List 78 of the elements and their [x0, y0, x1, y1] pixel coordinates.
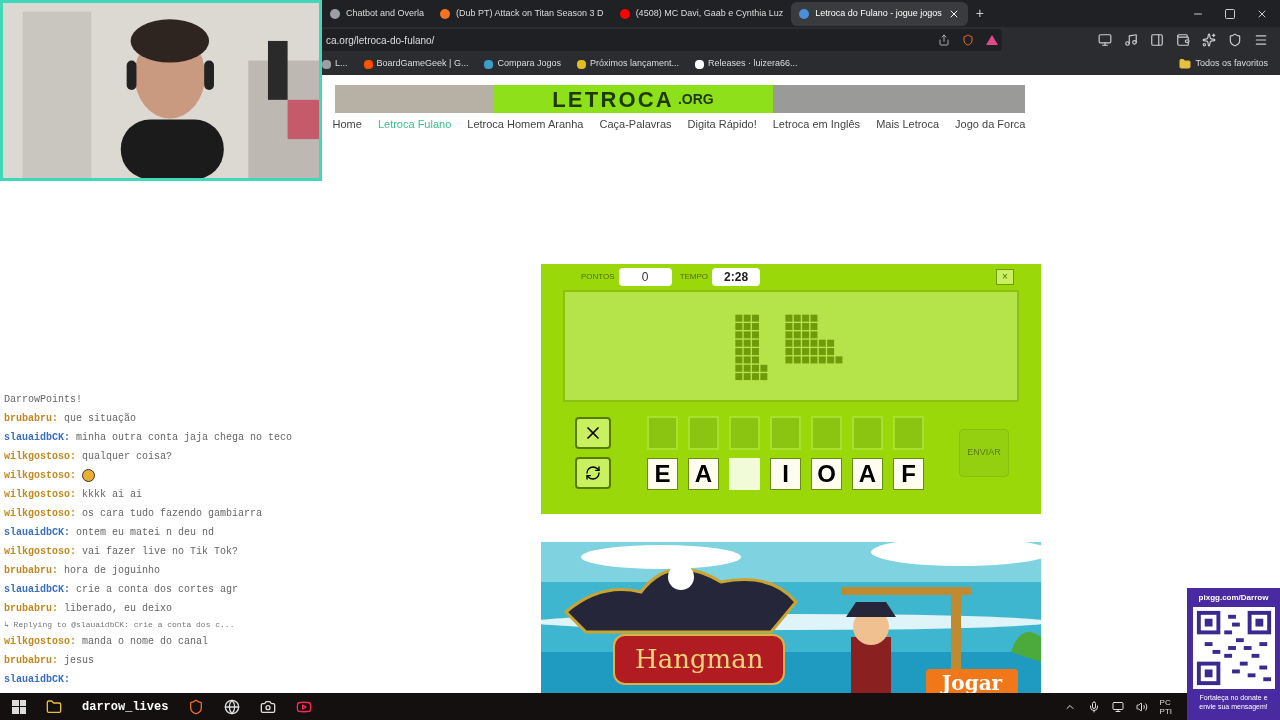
nav-link[interactable]: Letroca Homem Aranha — [467, 116, 584, 133]
time-label: TEMPO — [679, 271, 709, 283]
nav-link[interactable]: Caça-Palavras — [599, 116, 672, 133]
tray-text: PTI — [1159, 706, 1172, 716]
maximize-icon[interactable] — [1224, 7, 1236, 20]
bookmark[interactable]: L... — [322, 57, 348, 71]
bookmark[interactable]: BoardGameGeek | G... — [363, 57, 469, 71]
address-bar[interactable]: ca.org/letroca-do-fulano/ — [322, 29, 1002, 51]
chat-message: liberado, eu deixo — [64, 602, 173, 616]
sparkles-icon[interactable] — [1202, 33, 1216, 47]
bookmark[interactable]: Próximos lançament... — [576, 57, 679, 71]
nav-link[interactable]: Mais Letroca — [876, 116, 940, 133]
window-icon[interactable] — [1098, 33, 1112, 47]
chat-message: os cara tudo fazendo gambiarra — [82, 507, 263, 521]
chat-message: qualquer coisa? — [82, 450, 173, 464]
banner-title: Hangman — [613, 634, 786, 685]
browser-tab[interactable]: (Dub PT) Attack on Titan Season 3 D — [432, 1, 612, 26]
bookmark-folder[interactable]: Todos os favoritos — [1179, 57, 1268, 71]
nav-link[interactable]: Home — [332, 116, 362, 133]
chat-message: manda o nome do canal — [82, 635, 209, 649]
share-icon[interactable] — [938, 34, 950, 46]
letter-tile[interactable] — [729, 458, 760, 490]
chat-username[interactable]: slauaidbCK: — [4, 428, 70, 447]
music-icon[interactable] — [1124, 33, 1138, 47]
nav-link[interactable]: Letroca em Inglês — [772, 116, 861, 133]
chat-message: minha outra conta jaja chega no teco — [76, 431, 293, 445]
tray-text: PC — [1159, 697, 1172, 707]
chat-username[interactable]: slauaidbCK: — [4, 580, 70, 599]
emoji-icon — [82, 469, 95, 482]
shuffle-button[interactable] — [575, 457, 611, 489]
chat-message: vai fazer live no Tik Tok? — [82, 545, 239, 559]
letter-tile[interactable]: O — [811, 458, 842, 490]
nav-link[interactable]: Digita Rápido! — [687, 116, 757, 133]
folder-icon[interactable] — [46, 698, 62, 715]
shield-icon[interactable] — [188, 698, 205, 715]
reply-context: ↳ Replying to @slauaidbCK: crie a conta dos c... — [4, 619, 235, 631]
letter-tile[interactable]: I — [770, 458, 801, 490]
chat-message: hora de joguinho — [64, 564, 161, 578]
browser-tab[interactable]: Chatbot and Overla — [322, 1, 433, 26]
chat-username[interactable]: slauaidbCK: — [4, 670, 70, 689]
chat-message: jesus — [64, 654, 95, 668]
monitor-icon[interactable] — [1111, 700, 1124, 713]
chat-message: que situação — [64, 412, 137, 426]
time-value: 2:28 — [712, 268, 761, 286]
letter-tile[interactable]: E — [647, 458, 678, 490]
letter-tile[interactable]: F — [893, 458, 924, 490]
speaker-icon[interactable] — [1135, 700, 1148, 713]
sidebar-icon[interactable] — [1150, 33, 1164, 47]
globe-icon[interactable] — [224, 698, 241, 715]
chat-username[interactable]: slauaidbCK: — [4, 523, 70, 542]
clear-button[interactable] — [575, 417, 611, 449]
score-value: 0 — [618, 268, 672, 286]
bookmark[interactable]: Releases · luizera66... — [695, 57, 798, 71]
qr-code-icon — [1192, 607, 1275, 689]
folder-icon — [1179, 58, 1192, 70]
camera-icon[interactable] — [260, 698, 277, 715]
letter-tile[interactable]: A — [688, 458, 719, 490]
shield-icon[interactable] — [962, 34, 974, 46]
browser-tab[interactable]: Letroca do Fulano - jogue jogos — [791, 1, 968, 26]
menu-icon[interactable] — [1254, 33, 1268, 47]
channel-name: darrow_lives — [82, 698, 169, 716]
chat-message: crie a conta dos cortes agr — [76, 583, 239, 597]
chat-message: ontem eu matei n deu nd — [76, 526, 215, 540]
chat-message: DarrowPoints! — [4, 393, 82, 407]
bookmark[interactable]: Compara Jogos — [484, 57, 561, 71]
score-label: PONTOS — [581, 271, 615, 283]
donation-url[interactable]: pixgg.com/Darrow — [1198, 592, 1269, 604]
shield-icon[interactable] — [1228, 33, 1242, 47]
browser-tab[interactable]: (4508) MC Davi, Gaab e Cynthia Luz — [611, 1, 792, 26]
new-tab-button[interactable]: + — [975, 3, 984, 24]
microphone-icon[interactable] — [1087, 700, 1100, 713]
windows-icon[interactable] — [12, 699, 26, 714]
refresh-icon — [585, 465, 601, 481]
chat-message: kkkk ai ai — [82, 488, 143, 502]
wallet-icon[interactable] — [1176, 33, 1190, 47]
letter-tile[interactable]: A — [852, 458, 883, 490]
nav-link[interactable]: Jogo da Forca — [955, 116, 1026, 133]
close-button[interactable]: × — [996, 269, 1014, 285]
